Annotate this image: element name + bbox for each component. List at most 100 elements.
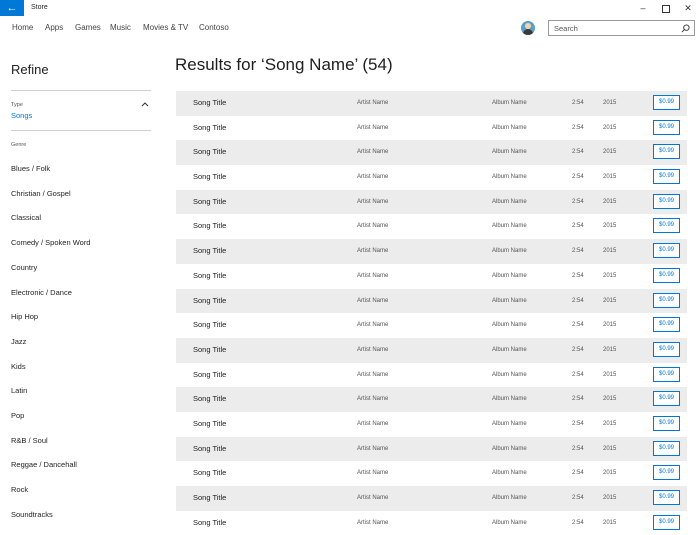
song-title: Song Title [193, 172, 227, 182]
year: 2015 [603, 248, 617, 255]
search-input[interactable]: Search [548, 20, 695, 36]
avatar-icon[interactable] [521, 21, 535, 35]
song-title: Song Title [193, 98, 227, 107]
nav-apps[interactable]: Apps [45, 16, 63, 40]
results-table: Song Title Artist Name Album Name 2:54 2015 $… [176, 91, 687, 535]
type-value[interactable]: Songs [11, 111, 32, 120]
table-row[interactable]: Song Title Artist Name Album Name 2:54 2015 $… [176, 313, 687, 338]
genre-item[interactable]: R&B / Soul [11, 436, 48, 445]
artist-name: Artist Name [357, 420, 389, 427]
genre-item[interactable]: Reggae / Dancehall [11, 460, 77, 469]
table-row[interactable]: Song Title Artist Name Album Name 2:54 2015 $… [176, 116, 687, 141]
refine-title: Refine [11, 62, 49, 77]
table-row[interactable]: Song Title Artist Name Album Name 2:54 2015 $… [176, 461, 687, 486]
artist-name: Artist Name [357, 371, 389, 378]
song-title: Song Title [193, 344, 227, 354]
artist-name: Artist Name [357, 198, 389, 205]
album-name: Album Name [492, 124, 527, 131]
genre-item[interactable]: Country [11, 263, 37, 272]
year: 2015 [603, 124, 617, 131]
nav-games[interactable]: Games [75, 16, 101, 40]
song-title: Song Title [193, 147, 227, 157]
duration: 2:54 [572, 420, 584, 427]
genre-item[interactable]: Latin [11, 386, 27, 395]
price-button[interactable]: $0.99 [653, 317, 680, 333]
price-button[interactable]: $0.99 [653, 415, 680, 431]
genre-item[interactable]: Electronic / Dance [11, 288, 72, 297]
chevron-up-icon[interactable] [140, 100, 150, 108]
table-row[interactable]: Song Title Artist Name Album Name 2:54 2015 $… [176, 486, 687, 511]
price-button[interactable]: $0.99 [653, 292, 680, 308]
year: 2015 [603, 100, 617, 106]
genre-item[interactable]: Classical [11, 213, 41, 222]
nav-music[interactable]: Music [110, 16, 131, 40]
genre-item[interactable]: Comedy / Spoken Word [11, 238, 90, 247]
table-row[interactable]: Song Title Artist Name Album Name 2:54 2015 $… [176, 387, 687, 412]
genre-item[interactable]: Soundtracks [11, 510, 53, 519]
title-bar: ← Store – ✕ [0, 0, 700, 16]
price-button[interactable]: $0.99 [653, 391, 680, 407]
table-row[interactable]: Song Title Artist Name Album Name 2:54 2015 $… [176, 337, 687, 363]
song-title: Song Title [193, 221, 227, 231]
album-name: Album Name [492, 495, 527, 501]
table-row[interactable]: Song Title Artist Name Album Name 2:54 2015 $… [176, 165, 687, 190]
year: 2015 [603, 445, 617, 452]
price-button[interactable]: $0.99 [653, 514, 680, 530]
nav-home[interactable]: Home [12, 16, 33, 40]
genre-item[interactable]: Rock [11, 485, 28, 494]
search-icon[interactable] [681, 24, 690, 33]
table-row[interactable]: Song Title Artist Name Album Name 2:54 2015 $… [176, 91, 687, 116]
price-button[interactable]: $0.99 [653, 341, 680, 357]
artist-name: Artist Name [357, 445, 389, 452]
year: 2015 [603, 519, 617, 526]
table-row[interactable]: Song Title Artist Name Album Name 2:54 2015 $… [176, 436, 687, 462]
artist-name: Artist Name [357, 396, 389, 403]
album-name: Album Name [492, 420, 527, 427]
close-button[interactable]: ✕ [676, 0, 700, 16]
search-placeholder: Search [554, 24, 578, 33]
song-title: Song Title [193, 196, 227, 206]
price-button[interactable]: $0.99 [653, 465, 680, 481]
minimize-icon: – [640, 3, 646, 13]
price-button[interactable]: $0.99 [653, 366, 680, 382]
genre-item[interactable]: Hip Hop [11, 312, 38, 321]
table-row[interactable]: Song Title Artist Name Album Name 2:54 2015 $… [176, 264, 687, 289]
table-row[interactable]: Song Title Artist Name Album Name 2:54 2015 $… [176, 214, 687, 239]
price-button[interactable]: $0.99 [653, 193, 680, 209]
table-row[interactable]: Song Title Artist Name Album Name 2:54 2015 $… [176, 511, 687, 535]
artist-name: Artist Name [357, 248, 389, 255]
table-row[interactable]: Song Title Artist Name Album Name 2:54 2015 $… [176, 140, 687, 166]
minimize-button[interactable]: – [631, 0, 655, 16]
price-button[interactable]: $0.99 [653, 144, 680, 160]
album-name: Album Name [492, 470, 527, 477]
back-button[interactable]: ← [0, 0, 24, 16]
table-row[interactable]: Song Title Artist Name Album Name 2:54 2015 $… [176, 288, 687, 314]
nav-movies-tv[interactable]: Movies & TV [143, 16, 188, 40]
year: 2015 [603, 174, 617, 181]
table-row[interactable]: Song Title Artist Name Album Name 2:54 2015 $… [176, 189, 687, 215]
song-title: Song Title [193, 394, 227, 404]
genre-item[interactable]: Kids [11, 362, 26, 371]
table-row[interactable]: Song Title Artist Name Album Name 2:54 2015 $… [176, 412, 687, 437]
genre-item[interactable]: Pop [11, 411, 24, 420]
maximize-button[interactable] [654, 0, 678, 16]
price-button[interactable]: $0.99 [653, 440, 680, 456]
table-row[interactable]: Song Title Artist Name Album Name 2:54 2015 $… [176, 239, 687, 264]
artist-name: Artist Name [357, 519, 389, 526]
price-button[interactable]: $0.99 [653, 243, 680, 259]
price-button[interactable]: $0.99 [653, 490, 680, 505]
table-row[interactable]: Song Title Artist Name Album Name 2:54 2015 $… [176, 363, 687, 388]
price-button[interactable]: $0.99 [653, 267, 680, 283]
price-button[interactable]: $0.99 [653, 169, 680, 185]
price-button[interactable]: $0.99 [653, 218, 680, 234]
app-title: Store [31, 4, 48, 11]
genre-item[interactable]: Blues / Folk [11, 164, 50, 173]
nav-contoso[interactable]: Contoso [199, 16, 229, 40]
price-button[interactable]: $0.99 [653, 119, 680, 135]
song-title: Song Title [193, 418, 227, 428]
genre-item[interactable]: Jazz [11, 337, 26, 346]
artist-name: Artist Name [357, 174, 389, 181]
song-title: Song Title [193, 369, 227, 379]
price-button[interactable]: $0.99 [653, 95, 680, 110]
genre-item[interactable]: Christian / Gospel [11, 189, 71, 198]
